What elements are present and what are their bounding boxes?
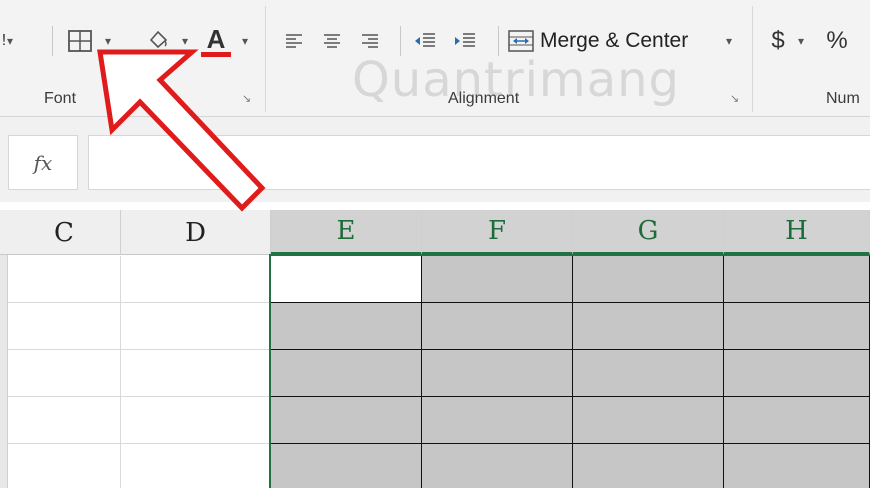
merge-center-label: Merge & Center [540, 29, 689, 52]
borders-button[interactable] [60, 24, 100, 58]
cell[interactable] [724, 256, 870, 303]
active-cell[interactable] [271, 256, 422, 303]
cell[interactable] [573, 256, 724, 303]
cell[interactable] [121, 256, 271, 303]
cell[interactable] [422, 256, 573, 303]
column-header-d[interactable]: D [121, 210, 271, 255]
cell[interactable] [8, 303, 121, 350]
number-group-label: Num [826, 90, 860, 107]
cell[interactable] [271, 350, 422, 397]
divider [52, 26, 53, 56]
cell[interactable] [271, 397, 422, 444]
cell[interactable] [422, 303, 573, 350]
cell[interactable] [8, 350, 121, 397]
font-group-label: Font [44, 90, 77, 107]
cell[interactable] [121, 397, 271, 444]
merge-center-icon [508, 30, 534, 52]
cell[interactable] [422, 444, 573, 488]
currency-icon: $ [771, 27, 785, 54]
cell[interactable] [573, 397, 724, 444]
cell[interactable] [121, 350, 271, 397]
formula-input[interactable] [88, 135, 870, 190]
cell[interactable] [573, 444, 724, 488]
align-center-button[interactable] [318, 24, 346, 58]
percent-icon: % [826, 27, 848, 54]
font-size-edge: ! [1, 32, 7, 49]
fx-icon: fx [33, 150, 53, 175]
borders-icon [68, 30, 92, 52]
currency-dropdown[interactable]: ▾ [794, 24, 808, 58]
column-headers: C D E F G H [0, 210, 870, 255]
percent-button[interactable]: % [820, 24, 854, 58]
column-header-f[interactable]: F [422, 210, 573, 255]
group-separator [752, 6, 753, 112]
font-color-dropdown[interactable]: ▾ [238, 24, 252, 58]
align-left-button[interactable] [280, 24, 308, 58]
cell[interactable] [121, 444, 271, 488]
merge-center-dropdown[interactable]: ▾ [722, 24, 736, 58]
insert-function-button[interactable]: fx [8, 135, 78, 190]
cell[interactable] [573, 350, 724, 397]
cell[interactable] [8, 256, 121, 303]
cell[interactable] [724, 444, 870, 488]
cell[interactable] [422, 350, 573, 397]
cell[interactable] [724, 303, 870, 350]
column-header-h[interactable]: H [724, 210, 870, 255]
cell[interactable] [271, 444, 422, 488]
column-header-g[interactable]: G [573, 210, 724, 255]
font-color-icon: A [206, 23, 226, 54]
cell[interactable] [8, 397, 121, 444]
cell[interactable] [422, 397, 573, 444]
cell[interactable] [573, 303, 724, 350]
watermark: Quantrimang [352, 52, 680, 108]
cell[interactable] [724, 397, 870, 444]
formula-bar: fx [0, 117, 870, 202]
dialog-launcher-icon[interactable]: ↘ [242, 92, 251, 105]
align-right-icon [362, 34, 378, 48]
align-center-icon [324, 34, 340, 48]
align-left-icon [286, 34, 302, 48]
fill-color-button[interactable] [140, 24, 176, 58]
cell[interactable] [271, 303, 422, 350]
cell[interactable] [724, 350, 870, 397]
increase-indent-icon [455, 33, 475, 47]
fill-color-dropdown[interactable]: ▾ [178, 24, 192, 58]
decrease-indent-icon [415, 33, 435, 47]
group-separator [265, 6, 266, 112]
font-color-button[interactable]: A [198, 24, 234, 58]
fill-color-icon [146, 30, 170, 55]
column-header-c[interactable]: C [8, 210, 121, 255]
cell[interactable] [121, 303, 271, 350]
font-color-swatch [201, 51, 231, 57]
currency-button[interactable]: $ [764, 24, 792, 58]
column-header-e[interactable]: E [271, 210, 422, 255]
dialog-launcher-icon[interactable]: ↘ [730, 92, 739, 105]
borders-dropdown[interactable]: ▾ [100, 24, 116, 58]
cell[interactable] [8, 444, 121, 488]
